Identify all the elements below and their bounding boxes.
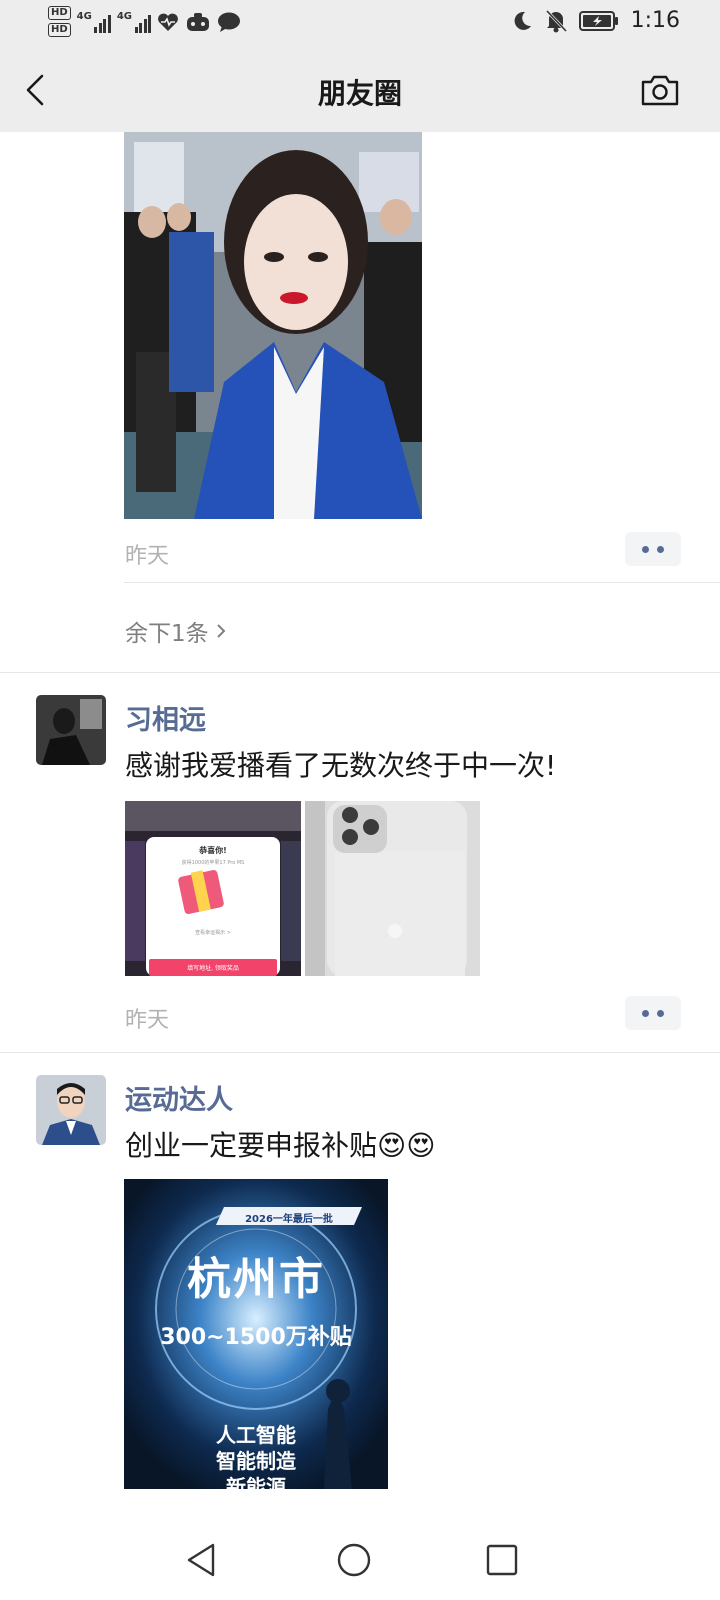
status-right-icons: 1:16: [511, 8, 680, 33]
more-button[interactable]: [625, 532, 681, 566]
bell-muted-icon: [545, 9, 567, 32]
avatar[interactable]: [36, 695, 106, 765]
network-label: 4G: [116, 10, 133, 22]
nav-bar: 朋友圈: [0, 50, 720, 132]
dot-icon: [657, 545, 664, 553]
divider: [0, 672, 720, 673]
signal-icon: 4G: [77, 11, 111, 33]
selfie-photo-image: [124, 132, 422, 519]
remaining-label: 余下1条: [125, 621, 209, 647]
divider: [0, 1052, 720, 1053]
divider: [124, 582, 720, 583]
hd-badges: HD HD: [48, 6, 71, 37]
dot-icon: [657, 1009, 664, 1017]
poster-amount: 300~1500万补贴: [160, 1325, 352, 1350]
prize-screenshot[interactable]: 恭喜你! 获得1000的苹果17 Pro MS 查看幸运揭示 > 填写地址, 领…: [125, 801, 301, 976]
post-author[interactable]: 运动达人: [125, 1078, 233, 1117]
system-nav-bar: [0, 1518, 720, 1600]
post-author[interactable]: 习相远: [125, 698, 206, 737]
poster-city: 杭州市: [187, 1254, 325, 1305]
post-text: 创业一定要申报补贴😍😍: [125, 1129, 436, 1162]
prize-screenshot-image: [125, 801, 301, 976]
chat-bubble-icon: [218, 12, 241, 32]
battery-charging-icon: [578, 10, 618, 31]
prize-subtext: 获得1000的苹果17 Pro MS: [181, 860, 245, 866]
post-time: 昨天: [125, 1008, 170, 1033]
remaining-posts-link[interactable]: 余下1条: [125, 614, 227, 648]
moments-feed[interactable]: 昨天 余下1条 习相远 感谢我爱播看了无数次终于中一次! 恭喜你! 获得1000…: [0, 132, 720, 1518]
avatar[interactable]: [36, 1075, 106, 1145]
heart-pulse-icon: [158, 13, 178, 31]
game-controller-icon: [187, 12, 210, 31]
prize-header: 恭喜你!: [199, 846, 227, 855]
post-time: 昨天: [125, 544, 170, 569]
iphone-photo-image: [305, 801, 480, 976]
poster-top-tag: 2026一年最后一批: [245, 1214, 333, 1225]
selfie-photo[interactable]: [124, 132, 422, 519]
poster-line: 新能源: [226, 1475, 286, 1489]
prize-note: 查看幸运揭示 >: [195, 930, 231, 936]
post-text: 感谢我爱播看了无数次终于中一次!: [125, 749, 557, 782]
nav-home-button[interactable]: [332, 1538, 376, 1582]
more-button[interactable]: [625, 996, 681, 1030]
iphone-photo[interactable]: [305, 801, 480, 976]
hd-badge: HD: [48, 6, 71, 20]
camera-button[interactable]: [640, 72, 680, 108]
dot-icon: [642, 1009, 649, 1017]
prize-claim-button: 填写地址, 领取奖品: [187, 965, 239, 972]
chevron-right-icon: [216, 624, 226, 638]
avatar-image: [36, 1075, 106, 1145]
square-recents-icon: [486, 1544, 518, 1576]
poster-line: 人工智能: [216, 1423, 296, 1447]
dot-icon: [642, 545, 649, 553]
camera-icon: [641, 75, 679, 106]
nav-recents-button[interactable]: [480, 1538, 524, 1582]
status-bar: HD HD 4G 4G 1:16: [0, 0, 720, 50]
nav-back-button[interactable]: [180, 1538, 224, 1582]
circle-home-icon: [337, 1543, 371, 1577]
subsidy-poster[interactable]: 2026一年最后一批 杭州市 300~1500万补贴 人工智能 智能制造 新能源: [124, 1179, 388, 1489]
signal-icon: 4G: [116, 10, 152, 33]
network-label: 4G: [76, 10, 92, 22]
poster-line: 智能制造: [216, 1449, 296, 1473]
moon-icon: [514, 11, 531, 30]
status-time: 1:16: [630, 8, 680, 33]
triangle-back-icon: [187, 1543, 215, 1577]
avatar-image: [36, 695, 106, 765]
page-title: 朋友圈: [317, 77, 402, 110]
status-left-icons: HD HD 4G 4G: [48, 6, 241, 37]
hd-badge: HD: [48, 23, 71, 37]
